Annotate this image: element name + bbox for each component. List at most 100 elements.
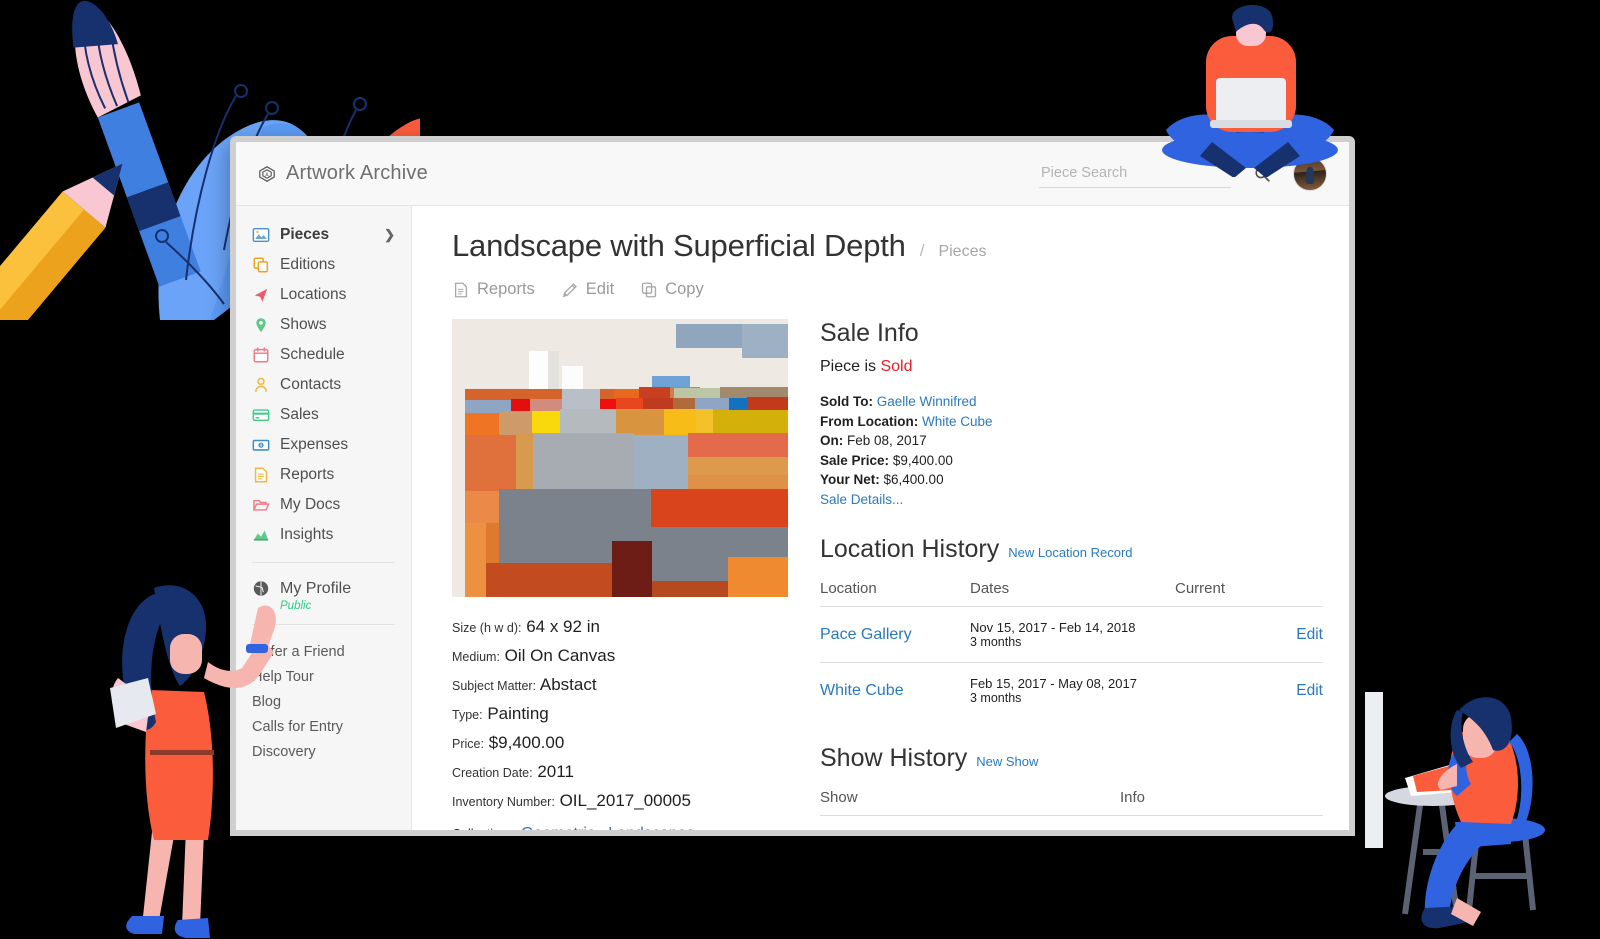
- table-row[interactable]: Pace Gallery Nov 15, 2017 - Feb 14, 2018…: [820, 606, 1323, 663]
- meta-value: Oil On Canvas: [504, 646, 616, 665]
- location-history-table: Location Dates Current Pace Gallery Nov …: [820, 576, 1323, 719]
- meta-key: Medium:: [452, 650, 500, 664]
- show-history-title: Show History: [820, 744, 968, 773]
- breadcrumb-separator: /: [919, 241, 925, 260]
- reports-button[interactable]: Reports: [452, 280, 535, 299]
- person-icon: [255, 377, 267, 392]
- sidebar-item-my-profile[interactable]: My Profile: [236, 575, 411, 602]
- search-input[interactable]: [1039, 160, 1231, 188]
- sidebar-item-insights[interactable]: Insights: [236, 520, 411, 550]
- edit-link[interactable]: Edit: [1296, 626, 1323, 643]
- sidebar-link-discovery[interactable]: Discovery: [252, 739, 395, 764]
- sale-value-location[interactable]: White Cube: [922, 414, 993, 429]
- sale-value-buyer[interactable]: Gaelle Winnifred: [877, 394, 977, 409]
- sale-row-sold-to: Sold To: Gaelle Winnifred: [820, 392, 1323, 412]
- sidebar-item-expenses[interactable]: Expenses: [236, 430, 411, 460]
- cell-location: White Cube: [820, 662, 970, 719]
- column-header-location: Location: [820, 580, 877, 598]
- meta-row: Subject Matter: Abstact: [452, 675, 788, 695]
- sidebar-item-contacts[interactable]: Contacts: [236, 370, 411, 400]
- action-toolbar: Reports Edit Copy: [452, 280, 1323, 299]
- cell-info: Start: Mar 16, 2018: [1120, 815, 1323, 830]
- sale-details-link[interactable]: Sale Details...: [820, 492, 903, 507]
- app-window: A Artwork Archive Pieces ❯: [230, 136, 1355, 836]
- sale-status-line: Piece is Sold: [820, 358, 1323, 376]
- globe-icon: [253, 581, 269, 596]
- column-header-current: Current: [1175, 580, 1226, 598]
- sidebar-link-refer-a-friend[interactable]: Refer a Friend: [252, 639, 395, 664]
- sidebar-item-locations[interactable]: Locations: [236, 280, 411, 310]
- sale-row-your-net: Your Net: $6,400.00: [820, 470, 1323, 490]
- sidebar-item-label: Schedule: [280, 346, 345, 363]
- cell-edit: Edit: [1263, 662, 1323, 719]
- main-content: Landscape with Superficial Depth / Piece…: [412, 206, 1349, 830]
- sidebar-item-pieces[interactable]: Pieces ❯: [236, 220, 411, 250]
- document-icon: [254, 467, 268, 483]
- meta-value: 2011: [537, 762, 574, 781]
- money-icon: [252, 439, 270, 451]
- edit-button[interactable]: Edit: [561, 280, 614, 299]
- brand[interactable]: A Artwork Archive: [236, 161, 428, 187]
- profile-label: My Profile: [280, 579, 352, 597]
- sale-info-title: Sale Info: [820, 319, 919, 347]
- location-link[interactable]: White Cube: [820, 682, 904, 699]
- sale-key: Sale Price:: [820, 452, 890, 468]
- sidebar-item-editions[interactable]: Editions: [236, 250, 411, 280]
- body-split: Pieces ❯ Editions Locations Shows Schedu…: [236, 206, 1349, 830]
- collection-link-geometric[interactable]: Geometric: [521, 825, 595, 830]
- artwork-archive-logo-icon: A: [259, 165, 275, 182]
- copy-button[interactable]: Copy: [640, 280, 704, 299]
- cell-location: Pace Gallery: [820, 606, 970, 663]
- meta-key: Subject Matter:: [452, 679, 537, 693]
- page-head: Landscape with Superficial Depth / Piece…: [452, 228, 1323, 264]
- new-location-record-link[interactable]: New Location Record: [1008, 545, 1132, 560]
- collection-link-landscapes[interactable]: Landscapes: [608, 825, 694, 830]
- sidebar-item-my-docs[interactable]: My Docs: [236, 490, 411, 520]
- sale-row-sale-price: Sale Price: $9,400.00: [820, 451, 1323, 471]
- sale-details-list: Sold To: Gaelle Winnifred From Location:…: [820, 392, 1323, 509]
- table-row[interactable]: White Cube Feb 15, 2017 - May 08, 2017 3…: [820, 662, 1323, 719]
- new-show-link[interactable]: New Show: [976, 754, 1038, 769]
- sidebar-divider-1: [252, 562, 395, 563]
- avatar[interactable]: [1293, 157, 1327, 191]
- edit-link[interactable]: Edit: [1296, 682, 1323, 699]
- sidebar-link-help-tour[interactable]: Help Tour: [252, 664, 395, 689]
- edit-label: Edit: [585, 280, 615, 298]
- status-badge: Sold: [880, 358, 913, 375]
- meta-row: Price: $9,400.00: [452, 733, 788, 753]
- cell-edit: Edit: [1263, 606, 1323, 663]
- location-link[interactable]: Pace Gallery: [820, 626, 912, 643]
- reports-label: Reports: [477, 280, 535, 298]
- sidebar-item-schedule[interactable]: Schedule: [236, 340, 411, 370]
- meta-key: Price:: [452, 737, 484, 751]
- meta-key: Size (h w d):: [452, 621, 522, 635]
- search-icon[interactable]: [1253, 162, 1271, 186]
- chevron-right-icon[interactable]: ❯: [384, 227, 395, 243]
- sidebar-link-calls-for-entry[interactable]: Calls for Entry: [252, 714, 395, 739]
- copy-icon: [642, 282, 657, 297]
- navigation-arrow-icon: [254, 288, 268, 302]
- artwork-thumbnail[interactable]: [452, 319, 788, 597]
- collections-separator: ,: [599, 825, 603, 830]
- meta-value: OIL_2017_00005: [559, 791, 691, 810]
- sale-key: Sold To:: [820, 394, 873, 409]
- sidebar-item-label: Sales: [280, 406, 319, 423]
- sidebar-item-label: Shows: [280, 316, 327, 333]
- document-icon: [454, 282, 468, 297]
- table-row[interactable]: Start: Mar 16, 2018: [820, 815, 1323, 830]
- sidebar-secondary-links: Refer a Friend Help Tour Blog Calls for …: [236, 637, 411, 764]
- sidebar-divider-2: [252, 624, 395, 625]
- sidebar-item-shows[interactable]: Shows: [236, 310, 411, 340]
- sidebar-item-reports[interactable]: Reports: [236, 460, 411, 490]
- duration: 3 months: [970, 635, 1022, 650]
- location-history-title: Location History: [820, 535, 1000, 564]
- breadcrumb-pieces[interactable]: Pieces: [938, 243, 986, 261]
- sidebar-item-label: Locations: [280, 286, 347, 303]
- sale-key: From Location:: [820, 413, 919, 429]
- cell-current: [1175, 606, 1263, 663]
- sidebar-link-blog[interactable]: Blog: [252, 689, 395, 714]
- sidebar-item-sales[interactable]: Sales: [236, 400, 411, 430]
- meta-value: 64 x 92 in: [526, 617, 600, 636]
